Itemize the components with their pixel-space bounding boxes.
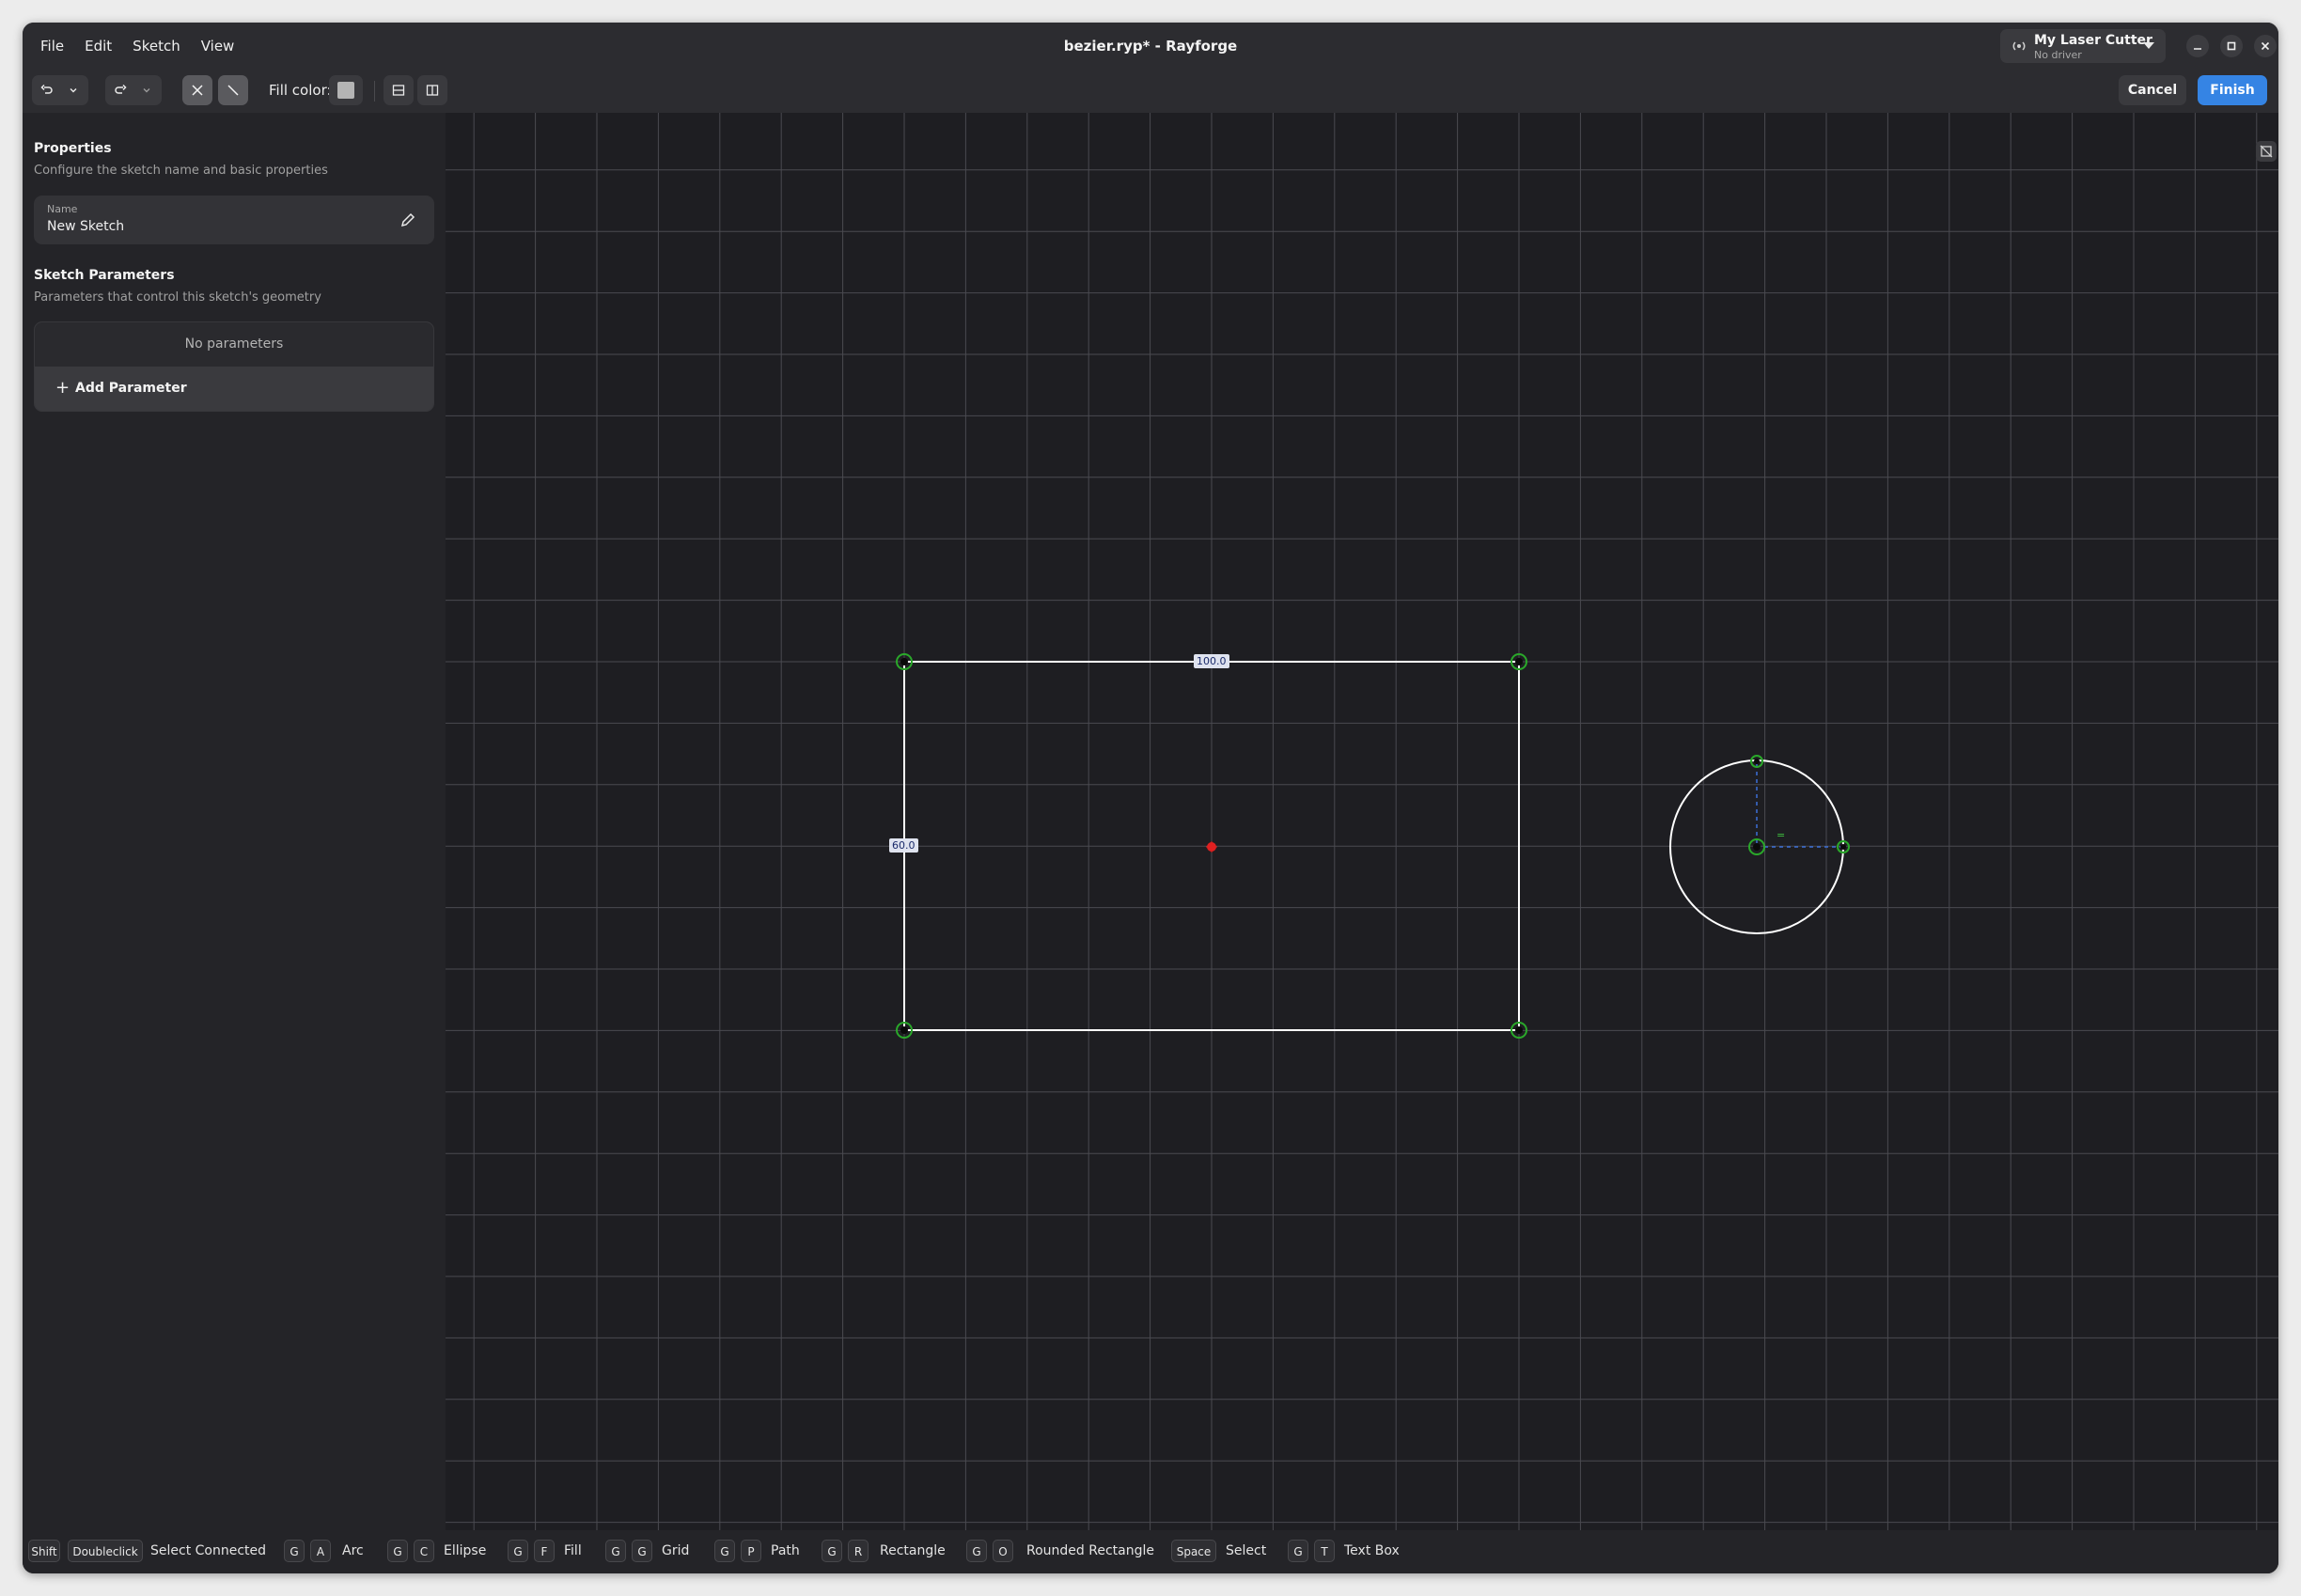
split-vertical-icon bbox=[426, 85, 439, 96]
canvas-grid bbox=[446, 113, 2278, 1530]
key-f: F bbox=[534, 1540, 555, 1562]
hint-rounded-rectangle: Rounded Rectangle bbox=[1026, 1543, 1154, 1558]
minimize-icon bbox=[2194, 48, 2201, 50]
finish-button[interactable]: Finish bbox=[2198, 75, 2267, 105]
sketch-parameters-subtitle: Parameters that control this sketch's ge… bbox=[34, 290, 321, 305]
origin-point bbox=[1206, 841, 1217, 853]
redo-icon[interactable] bbox=[113, 83, 128, 98]
minimize-button[interactable] bbox=[2186, 35, 2209, 57]
split-horizontal-icon bbox=[392, 85, 405, 96]
canvas-drawing[interactable]: = bbox=[446, 113, 2278, 1530]
hint-rectangle: Rectangle bbox=[880, 1543, 946, 1558]
app-window: File Edit Sketch View bezier.ryp* - Rayf… bbox=[23, 23, 2278, 1573]
maximize-icon bbox=[2227, 41, 2236, 51]
undo-history-chevron-icon[interactable] bbox=[68, 85, 79, 96]
equal-constraint-mark: = bbox=[1777, 829, 1785, 841]
add-parameter-button[interactable]: + Add Parameter bbox=[35, 367, 433, 411]
key-c: C bbox=[414, 1540, 434, 1562]
header-bar: File Edit Sketch View bezier.ryp* - Rayf… bbox=[23, 23, 2278, 70]
width-dimension-label[interactable]: 100.0 bbox=[1194, 654, 1229, 668]
hint-path: Path bbox=[771, 1543, 800, 1558]
close-icon bbox=[2261, 41, 2270, 51]
undo-group bbox=[32, 75, 88, 105]
key-g: G bbox=[822, 1540, 842, 1562]
horizontal-layout-button[interactable] bbox=[384, 75, 414, 105]
no-parameters-text: No parameters bbox=[184, 336, 284, 352]
line-tool-button[interactable] bbox=[218, 75, 248, 105]
key-shift: Shift bbox=[28, 1540, 60, 1562]
fill-color-swatch bbox=[337, 82, 354, 99]
key-p: P bbox=[741, 1540, 761, 1562]
vertical-layout-button[interactable] bbox=[417, 75, 447, 105]
key-t: T bbox=[1314, 1540, 1335, 1562]
key-g: G bbox=[632, 1540, 652, 1562]
key-space: Space bbox=[1171, 1540, 1216, 1562]
name-field-value[interactable]: New Sketch bbox=[47, 219, 124, 234]
hint-ellipse: Ellipse bbox=[444, 1543, 487, 1558]
key-o: O bbox=[993, 1540, 1013, 1562]
toolbar: Fill color: Cancel Finish bbox=[23, 70, 2278, 113]
key-g: G bbox=[284, 1540, 305, 1562]
toolbar-divider bbox=[374, 81, 375, 102]
key-g: G bbox=[387, 1540, 408, 1562]
key-g: G bbox=[1288, 1540, 1308, 1562]
fill-color-button[interactable] bbox=[329, 75, 363, 105]
undo-icon[interactable] bbox=[39, 83, 55, 98]
properties-title: Properties bbox=[34, 141, 112, 156]
plus-icon: + bbox=[55, 378, 70, 398]
close-button[interactable] bbox=[2254, 35, 2277, 57]
key-g: G bbox=[966, 1540, 987, 1562]
maximize-button[interactable] bbox=[2220, 35, 2243, 57]
chevron-down-icon bbox=[2143, 42, 2154, 49]
key-a: A bbox=[310, 1540, 331, 1562]
name-field[interactable]: Name New Sketch bbox=[34, 196, 434, 244]
device-name: My Laser Cutter bbox=[2034, 33, 2152, 48]
height-dimension-label[interactable]: 60.0 bbox=[889, 838, 918, 853]
name-field-label: Name bbox=[47, 203, 78, 215]
redo-history-chevron-icon[interactable] bbox=[141, 85, 152, 96]
properties-sidebar: Properties Configure the sketch name and… bbox=[23, 113, 446, 1530]
line-icon bbox=[227, 85, 239, 96]
key-g: G bbox=[508, 1540, 528, 1562]
key-g: G bbox=[605, 1540, 626, 1562]
key-r: R bbox=[848, 1540, 869, 1562]
hide-icon bbox=[2260, 145, 2273, 158]
redo-group bbox=[105, 75, 162, 105]
hint-select: Select bbox=[1226, 1543, 1267, 1558]
cancel-button[interactable]: Cancel bbox=[2119, 75, 2186, 105]
hint-fill: Fill bbox=[564, 1543, 582, 1558]
construction-icon bbox=[192, 85, 203, 96]
sketch-canvas[interactable]: = 100.0 60.0 bbox=[446, 113, 2278, 1530]
fill-color-label: Fill color: bbox=[269, 82, 332, 99]
key-g: G bbox=[714, 1540, 735, 1562]
properties-subtitle: Configure the sketch name and basic prop… bbox=[34, 164, 328, 178]
shortcut-hints-bar: Shift Doubleclick Select Connected G A A… bbox=[23, 1530, 2278, 1573]
device-status: No driver bbox=[2034, 49, 2082, 61]
connection-icon bbox=[2012, 41, 2026, 51]
hint-arc: Arc bbox=[342, 1543, 364, 1558]
window-title: bezier.ryp* - Rayforge bbox=[1063, 38, 1238, 55]
hint-grid: Grid bbox=[662, 1543, 690, 1558]
key-doubleclick: Doubleclick bbox=[68, 1540, 143, 1562]
parameters-list: No parameters + Add Parameter bbox=[34, 321, 434, 412]
sketch-parameters-title: Sketch Parameters bbox=[34, 268, 175, 283]
hint-text-box: Text Box bbox=[1344, 1543, 1400, 1558]
visibility-toggle-button[interactable] bbox=[2256, 141, 2277, 162]
construction-toggle-button[interactable] bbox=[182, 75, 212, 105]
device-selector[interactable]: My Laser Cutter No driver bbox=[2000, 29, 2166, 63]
pencil-icon[interactable] bbox=[399, 211, 417, 229]
hint-select-connected: Select Connected bbox=[150, 1543, 267, 1558]
add-parameter-label: Add Parameter bbox=[75, 381, 187, 396]
